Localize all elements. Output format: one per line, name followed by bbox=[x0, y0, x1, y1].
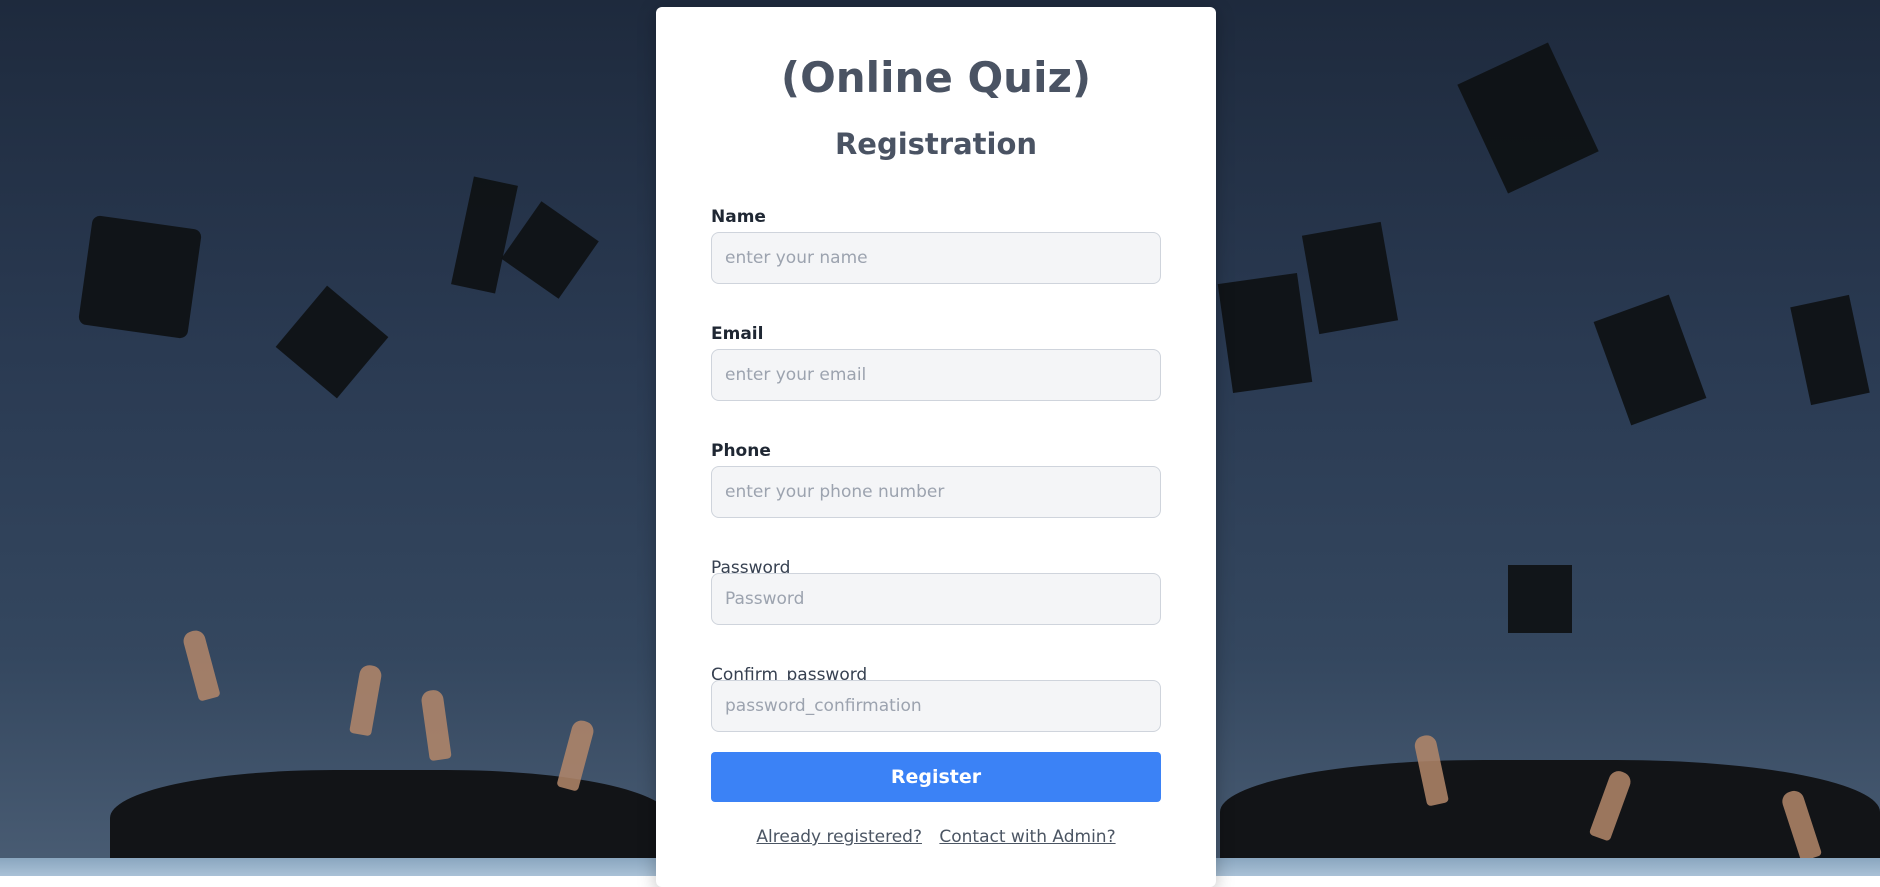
graduation-cap-image bbox=[275, 285, 389, 399]
confirm-password-input[interactable] bbox=[711, 680, 1161, 732]
page-subtitle: Registration bbox=[834, 127, 1038, 161]
page-title: (Online Quiz) bbox=[780, 53, 1092, 102]
graduation-cap-image bbox=[1790, 294, 1870, 406]
graduation-cap-image bbox=[1508, 565, 1572, 633]
graduation-cap-image bbox=[501, 201, 599, 299]
register-button[interactable]: Register bbox=[711, 752, 1161, 802]
graduation-cap-image bbox=[451, 176, 518, 294]
raised-hand-image bbox=[349, 663, 383, 737]
graduation-cap-image bbox=[1301, 221, 1399, 335]
raised-hand-image bbox=[420, 688, 452, 762]
phone-input[interactable] bbox=[711, 466, 1161, 518]
graduation-cap-image bbox=[1217, 272, 1313, 394]
registration-card: (Online Quiz) Registration Name Email Ph… bbox=[656, 7, 1216, 887]
email-input[interactable] bbox=[711, 349, 1161, 401]
already-registered-link[interactable]: Already registered? bbox=[756, 827, 922, 847]
graduation-cap-image bbox=[1457, 42, 1599, 194]
name-input[interactable] bbox=[711, 232, 1161, 284]
email-label: Email bbox=[711, 324, 764, 344]
graduation-cap-image bbox=[1593, 294, 1707, 426]
footer-links: Already registered? Contact with Admin? bbox=[656, 827, 1216, 847]
graduation-cap-image bbox=[77, 214, 203, 340]
contact-admin-link[interactable]: Contact with Admin? bbox=[939, 827, 1115, 847]
name-label: Name bbox=[711, 207, 766, 227]
raised-hand-image bbox=[181, 628, 221, 702]
phone-label: Phone bbox=[711, 441, 771, 461]
password-input[interactable] bbox=[711, 573, 1161, 625]
